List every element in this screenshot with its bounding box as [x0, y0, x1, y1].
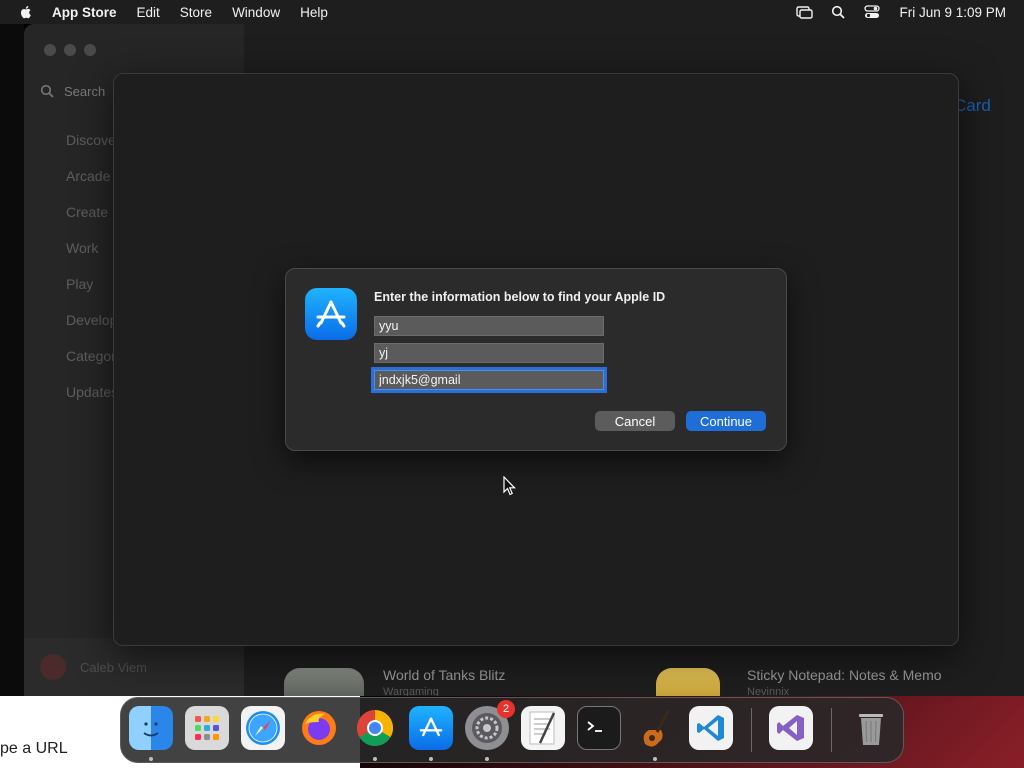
first-name-field[interactable] [374, 316, 604, 336]
minimize-window-button[interactable] [64, 44, 76, 56]
last-name-field[interactable] [374, 343, 604, 363]
app-icon-world-of-tanks[interactable] [284, 668, 364, 696]
sidebar-item-create[interactable]: Create [66, 204, 108, 220]
window-controls [44, 44, 104, 56]
dock: 2 [120, 697, 904, 763]
app-store-dock-icon[interactable] [409, 706, 453, 750]
app-list-row: World of Tanks Blitz Wargaming Sticky No… [244, 658, 1024, 696]
continue-button[interactable]: Continue [686, 411, 766, 431]
launchpad-icon[interactable] [185, 706, 229, 750]
menu-store[interactable]: Store [180, 5, 212, 20]
safari-icon[interactable] [241, 706, 285, 750]
dialog-title: Enter the information below to find your… [374, 290, 666, 304]
garageband-running-indicator [653, 757, 657, 761]
sidebar-item-updates[interactable]: Updates [66, 384, 118, 400]
menu-bar-clock[interactable]: Fri Jun 9 1:09 PM [899, 5, 1006, 20]
notification-badge: 2 [497, 700, 515, 718]
screen-mirroring-icon[interactable] [795, 4, 813, 20]
background-window [0, 24, 24, 696]
apple-icon[interactable] [18, 4, 34, 20]
firefox-icon[interactable] [297, 706, 341, 750]
menu-edit[interactable]: Edit [137, 5, 160, 20]
close-window-button[interactable] [44, 44, 56, 56]
account-name: Caleb Viem [80, 659, 147, 675]
dock-separator-trash [831, 708, 832, 752]
find-apple-id-dialog: Enter the information below to find your… [285, 268, 787, 451]
textedit-icon[interactable] [521, 706, 565, 750]
menu-app-store[interactable]: App Store [52, 5, 117, 20]
settings-running-indicator [485, 757, 489, 761]
sidebar-item-work[interactable]: Work [66, 240, 98, 256]
finder-icon[interactable] [129, 706, 173, 750]
vscode-icon[interactable] [689, 706, 733, 750]
email-field[interactable] [374, 370, 604, 390]
app-store-icon [305, 288, 357, 340]
system-settings-icon[interactable]: 2 [465, 700, 515, 750]
avatar [40, 654, 66, 680]
trash-icon[interactable] [849, 706, 893, 750]
app-subtitle-world-of-tanks: Wargaming [383, 686, 439, 696]
browser-url-bar[interactable]: pe a URL [0, 740, 68, 758]
menu-bar: App Store Edit Store Window Help Fri Jun… [0, 0, 1024, 24]
garageband-icon[interactable] [633, 706, 677, 750]
dock-separator [751, 708, 752, 752]
app-subtitle-sticky-notepad: Nevinnix [747, 686, 790, 696]
app-title-sticky-notepad[interactable]: Sticky Notepad: Notes & Memo [747, 667, 942, 683]
zoom-window-button[interactable] [84, 44, 96, 56]
sidebar-item-play[interactable]: Play [66, 276, 93, 292]
redeem-card-link[interactable]: Card [954, 96, 991, 116]
terminal-icon[interactable] [577, 706, 621, 750]
chrome-running-indicator [373, 757, 377, 761]
menu-help[interactable]: Help [300, 5, 328, 20]
search-icon [40, 84, 54, 98]
app-title-world-of-tanks[interactable]: World of Tanks Blitz [383, 667, 505, 683]
visual-studio-icon[interactable] [769, 706, 813, 750]
sidebar-item-develop[interactable]: Develop [66, 312, 117, 328]
search-placeholder: Search [64, 83, 106, 99]
sidebar-item-arcade[interactable]: Arcade [66, 168, 110, 184]
finder-running-indicator [149, 757, 153, 761]
mouse-pointer-icon [503, 476, 516, 496]
cancel-button[interactable]: Cancel [595, 411, 675, 431]
menu-window[interactable]: Window [232, 5, 280, 20]
chrome-icon[interactable] [353, 706, 397, 750]
app-icon-sticky-notepad[interactable] [656, 668, 720, 696]
app-store-running-indicator [429, 757, 433, 761]
account-button[interactable]: Caleb Viem [24, 638, 244, 696]
spotlight-search-icon[interactable] [829, 4, 847, 20]
control-center-icon[interactable] [863, 4, 881, 20]
